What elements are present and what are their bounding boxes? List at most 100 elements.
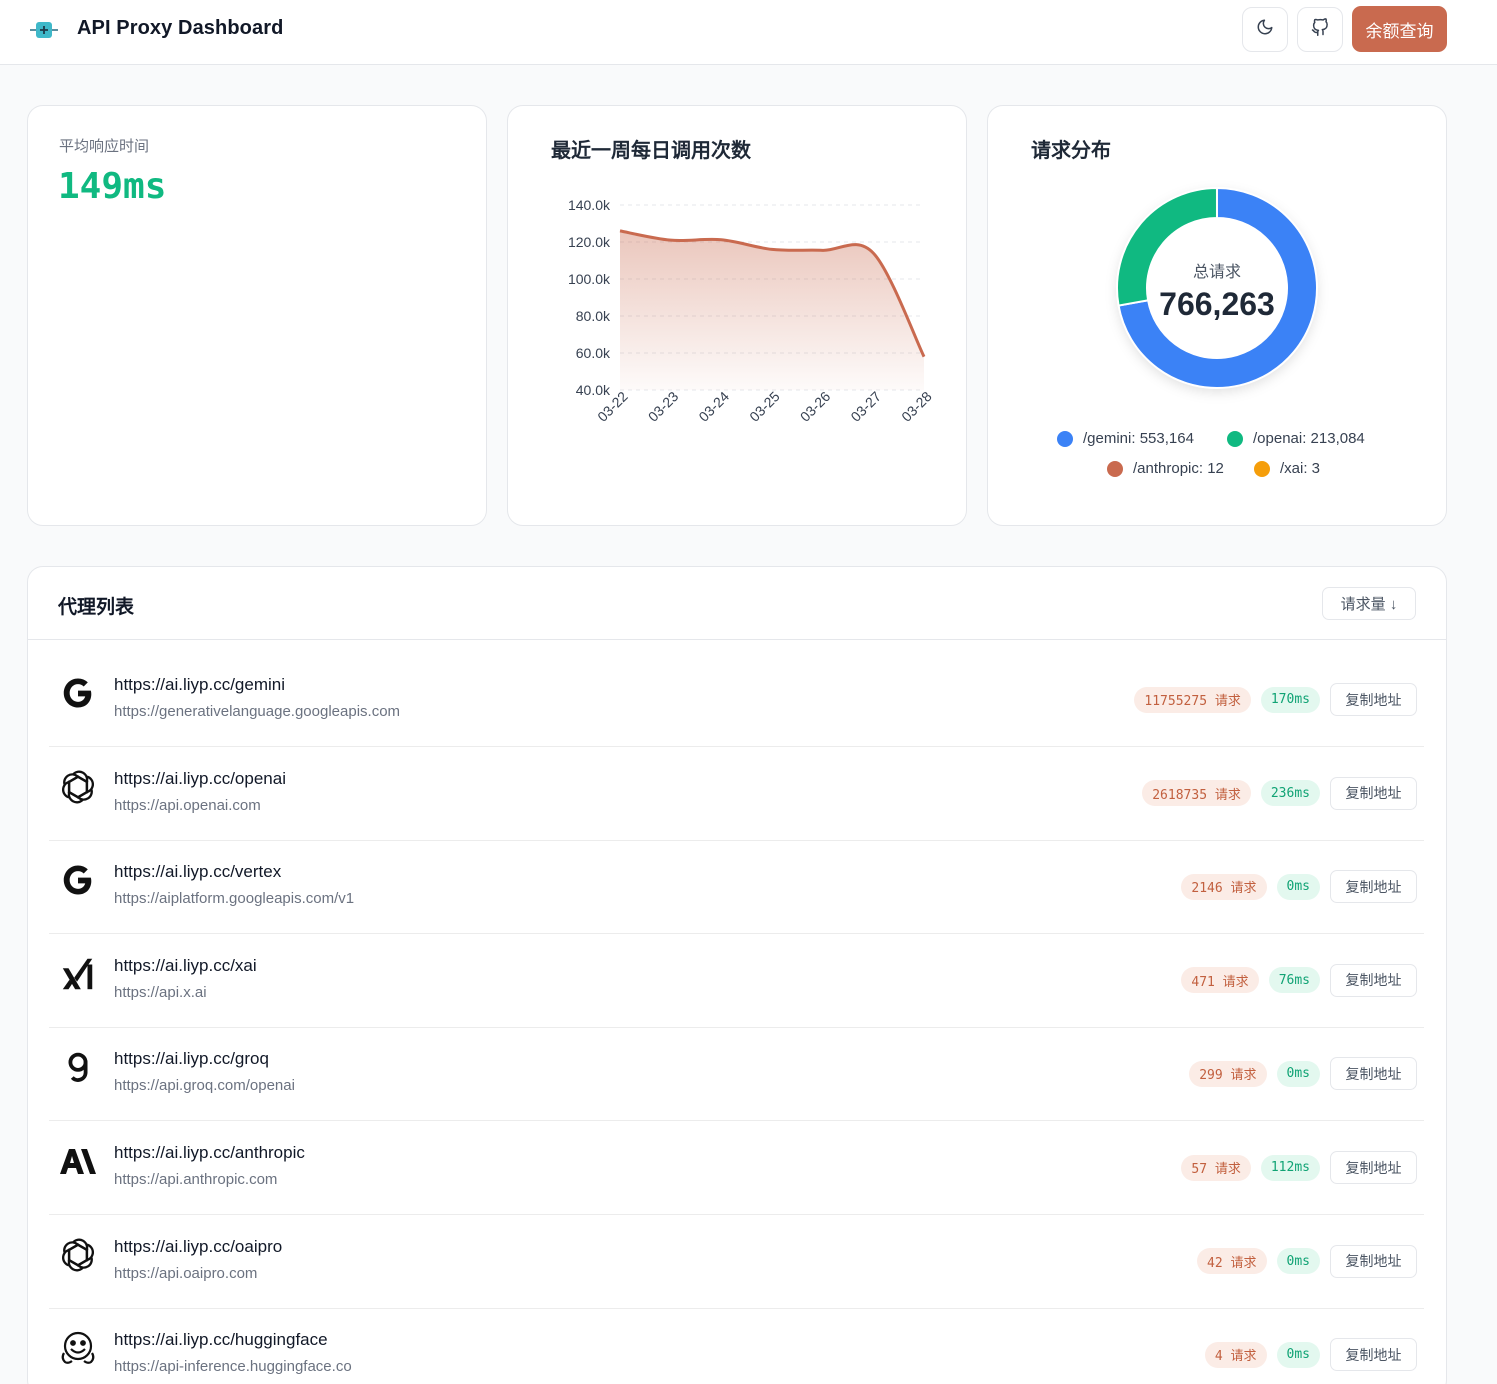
target-url: https://api-inference.huggingface.co [114,1358,352,1376]
latency-badge: 236ms [1260,780,1320,807]
legend-item[interactable]: /xai: 3 [1254,460,1320,477]
x-tick-label: 03-27 [847,388,884,425]
row-actions: 471 请求 76ms 复制地址 [1181,963,1417,997]
legend-item[interactable]: /gemini: 553,164 [1057,430,1194,447]
proxy-row: https://ai.liyp.cc/groq https://api.groq.… [49,1027,1424,1122]
y-tick-label: 100.0k [568,271,611,287]
legend-label: /anthropic: 12 [1133,460,1224,477]
latency-badge: 76ms [1268,967,1320,994]
proxy-url: https://ai.liyp.cc/oaipro [114,1236,283,1256]
latency-badge: 170ms [1260,686,1320,713]
moon-icon [1256,18,1274,41]
target-url: https://api.groq.com/openai [114,1077,295,1095]
y-tick-label: 120.0k [568,234,611,250]
target-url: https://aiplatform.googleapis.com/v1 [114,890,355,908]
proxy-row: https://ai.liyp.cc/openai https://api.ope… [49,747,1424,841]
total-requests-label: 总请求 [1192,264,1241,281]
request-count-badge: 57 请求 [1181,1154,1251,1181]
legend-label: /gemini: 553,164 [1083,430,1194,447]
avg-response-label: 平均响应时间 [59,138,150,155]
huggingface-icon [58,1328,98,1368]
row-actions: 11755275 请求 170ms 复制地址 [1134,683,1417,716]
request-count-badge: 299 请求 [1189,1060,1267,1087]
legend-dot [1107,460,1123,477]
x-tick-label: 03-24 [695,388,732,425]
proxy-row: https://ai.liyp.cc/oaipro https://api.oai… [49,1215,1424,1309]
legend-dot [1057,430,1073,447]
avg-response-card: 平均响应时间 149ms [27,105,487,526]
copy-address-button[interactable]: 复制地址 [1330,1151,1417,1184]
row-actions: 57 请求 112ms 复制地址 [1181,1151,1417,1184]
app-header: API Proxy Dashboard 余额查询 [0,0,1497,65]
divider [28,639,1446,640]
copy-address-button[interactable]: 复制地址 [1330,776,1417,810]
y-tick-label: 40.0k [576,382,611,398]
proxy-url: https://ai.liyp.cc/xai [114,955,257,975]
copy-address-button[interactable]: 复制地址 [1330,963,1417,997]
latency-badge: 0ms [1276,1248,1320,1275]
copy-address-button[interactable]: 复制地址 [1330,1244,1417,1278]
target-url: https://api.openai.com [114,796,261,814]
legend-label: /openai: 213,084 [1253,430,1365,447]
request-count-badge: 471 请求 [1181,967,1259,994]
proxy-url: https://ai.liyp.cc/huggingface [114,1330,328,1350]
github-button[interactable] [1297,7,1343,52]
proxy-list-card: 代理列表 请求量 ↓ https://ai.liyp.cc/gemini http… [27,566,1447,1384]
openai-icon [58,767,98,807]
legend-item[interactable]: /openai: 213,084 [1227,430,1365,447]
xai-icon [58,954,98,994]
google-icon [58,860,98,900]
row-actions: 4 请求 0ms 复制地址 [1204,1338,1417,1372]
copy-address-button[interactable]: 复制地址 [1330,870,1417,904]
quota-query-button[interactable]: 余额查询 [1352,6,1447,52]
y-tick-label: 60.0k [576,345,611,361]
legend-item[interactable]: /anthropic: 12 [1107,460,1224,477]
proxy-row: https://ai.liyp.cc/vertex https://aiplatf… [49,840,1424,935]
total-requests-value: 766,263 [1159,286,1275,322]
request-count-badge: 11755275 请求 [1134,686,1251,713]
target-url: https://api.x.ai [114,983,207,1001]
proxy-url: https://ai.liyp.cc/groq [114,1049,269,1069]
latency-badge: 112ms [1260,1154,1320,1181]
avg-response-value: 149ms [58,166,167,207]
row-actions: 2146 请求 0ms 复制地址 [1181,870,1417,904]
y-tick-label: 140.0k [568,197,611,213]
legend-dot [1227,430,1243,447]
anthropic-icon [58,1141,98,1181]
proxy-row: https://ai.liyp.cc/xai https://api.x.ai 47… [49,934,1424,1028]
request-count-badge: 4 请求 [1204,1341,1267,1368]
request-distribution-card: 请求分布 总请求 766,263 /gemini: 553,164/openai… [987,105,1447,526]
legend-label: /xai: 3 [1280,460,1321,477]
row-actions: 2618735 请求 236ms 复制地址 [1142,776,1417,810]
google-icon [58,673,98,713]
proxy-row: https://ai.liyp.cc/gemini https://generat… [49,653,1424,747]
target-url: https://api.anthropic.com [114,1171,278,1188]
row-actions: 299 请求 0ms 复制地址 [1189,1057,1417,1091]
proxy-list-title: 代理列表 [58,597,135,618]
legend-dot [1254,460,1270,477]
github-icon [1311,18,1329,41]
latency-badge: 0ms [1276,1341,1320,1368]
copy-address-button[interactable]: 复制地址 [1330,1338,1417,1372]
x-tick-label: 03-25 [746,388,783,425]
copy-address-button[interactable]: 复制地址 [1330,1057,1417,1091]
daily-calls-chart: 40.0k60.0k80.0k100.0k120.0k140.0k03-22 03… [568,197,935,425]
sort-by-requests-button[interactable]: 请求量 ↓ [1322,587,1416,620]
openai-icon [58,1235,98,1275]
target-url: https://api.oaipro.com [114,1264,258,1282]
x-tick-label: 03-26 [797,388,834,425]
proxy-url: https://ai.liyp.cc/gemini [114,675,286,694]
app-title: API Proxy Dashboard [77,17,284,39]
y-tick-label: 80.0k [576,308,611,324]
plug-icon [30,18,58,47]
copy-address-button[interactable]: 复制地址 [1330,683,1417,716]
proxy-url: https://ai.liyp.cc/vertex [114,862,282,882]
theme-toggle-button[interactable] [1242,7,1288,52]
request-count-badge: 2618735 请求 [1142,780,1251,807]
proxy-row: https://ai.liyp.cc/anthropic https://api.… [49,1121,1424,1215]
x-tick-label: 03-28 [898,388,935,425]
proxy-url: https://ai.liyp.cc/anthropic [114,1143,305,1162]
request-count-badge: 2146 请求 [1181,873,1267,900]
groq-icon [58,1047,98,1087]
row-actions: 42 请求 0ms 复制地址 [1197,1244,1417,1278]
